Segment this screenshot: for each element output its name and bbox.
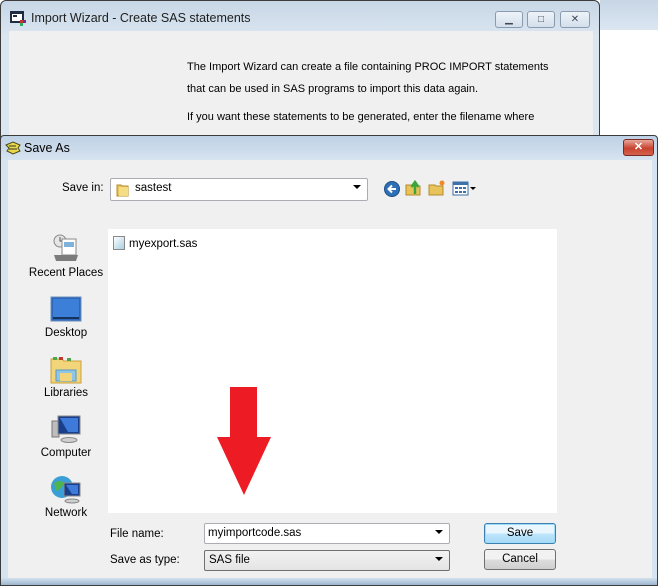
dialog-body: Save in: sastest Recent Places Desktop L… — [8, 160, 652, 580]
file-name-value: myimportcode.sas — [208, 527, 302, 539]
wizard-title: Import Wizard - Create SAS statements — [31, 11, 251, 25]
wizard-text-line: The Import Wizard can create a file cont… — [187, 61, 549, 73]
dialog-title: Save As — [24, 141, 70, 155]
place-desktop[interactable]: Desktop — [16, 293, 116, 339]
save-as-type-label: Save as type: — [110, 554, 180, 566]
wizard-text-line: If you want these statements to be gener… — [187, 111, 535, 123]
wizard-text-line: that can be used in SAS programs to impo… — [187, 83, 479, 95]
close-icon: ✕ — [633, 141, 644, 153]
save-as-dialog: Save As ✕ Save in: sastest Recent Places… — [0, 135, 658, 586]
recent-places-icon — [53, 234, 78, 261]
computer-icon — [51, 415, 81, 443]
save-in-label: Save in: — [62, 182, 104, 194]
views-menu-icon[interactable] — [452, 180, 478, 198]
annotation-arrow-icon — [217, 387, 271, 495]
place-network[interactable]: Network — [16, 473, 116, 519]
file-item[interactable]: myexport.sas — [113, 236, 197, 250]
sas-file-icon — [113, 236, 125, 250]
place-label: Recent Places — [28, 267, 104, 279]
save-as-type-value: SAS file — [209, 554, 250, 566]
place-label: Libraries — [43, 387, 89, 399]
minimize-button[interactable]: ▁ — [495, 11, 523, 28]
place-label: Desktop — [44, 327, 88, 339]
file-name: myexport.sas — [129, 238, 198, 250]
folder-icon — [116, 184, 129, 197]
file-name-label: File name: — [110, 528, 164, 540]
save-in-value: sastest — [135, 182, 172, 194]
place-libraries[interactable]: Libraries — [16, 353, 116, 399]
place-computer[interactable]: Computer — [16, 413, 116, 459]
libraries-icon — [50, 357, 82, 384]
chevron-down-icon — [435, 557, 443, 561]
file-list[interactable]: myexport.sas — [108, 229, 557, 513]
desktop-icon — [50, 296, 82, 322]
up-folder-icon[interactable] — [405, 179, 423, 197]
chevron-down-icon — [353, 185, 361, 189]
save-as-icon — [5, 141, 21, 155]
dialog-bottom-border — [1, 578, 657, 585]
maximize-button[interactable]: □ — [527, 11, 555, 28]
background-strip — [600, 0, 658, 30]
maximize-icon: □ — [537, 14, 545, 25]
new-folder-icon[interactable] — [428, 179, 446, 197]
dialog-close-button[interactable]: ✕ — [623, 139, 654, 156]
close-icon: ✕ — [570, 14, 580, 25]
place-label: Network — [44, 507, 88, 519]
save-as-type-dropdown[interactable]: SAS file — [204, 550, 450, 571]
minimize-icon: ▁ — [505, 14, 513, 25]
file-name-input[interactable]: myimportcode.sas — [204, 523, 450, 544]
save-in-dropdown[interactable]: sastest — [110, 178, 368, 201]
chevron-down-icon[interactable] — [435, 530, 443, 534]
cancel-button[interactable]: Cancel — [484, 549, 556, 570]
import-wizard-window: Import Wizard - Create SAS statements ▁ … — [0, 0, 600, 141]
places-bar: Recent Places Desktop Libraries Computer… — [16, 229, 106, 519]
place-recent-places[interactable]: Recent Places — [16, 233, 116, 279]
wizard-body: The Import Wizard can create a file cont… — [9, 31, 593, 141]
sas-app-icon — [10, 11, 26, 26]
back-icon[interactable] — [383, 180, 401, 198]
network-icon — [51, 476, 81, 504]
wizard-close-button[interactable]: ✕ — [560, 11, 590, 28]
place-label: Computer — [40, 447, 92, 459]
save-button[interactable]: Save — [484, 523, 556, 544]
